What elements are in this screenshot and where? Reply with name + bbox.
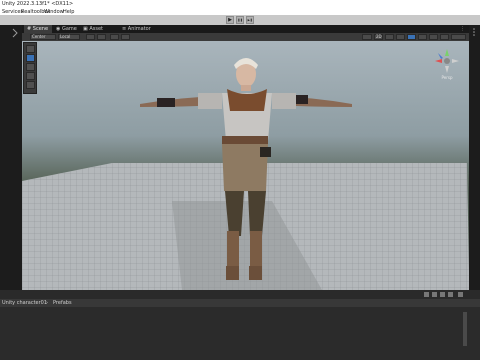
pivot-dropdown-label: Center (32, 34, 46, 39)
menu-bar: Services Realtoolbox Window Help (0, 8, 480, 15)
tab-animator[interactable]: ≡ Animator (119, 25, 155, 33)
pivot-dropdown[interactable]: Center (30, 34, 56, 40)
play-icon: ▶ (228, 17, 232, 23)
view-2d-toggle[interactable]: 2D (374, 34, 383, 40)
editor-tab-bar: # Scene ◉ Game ▣ Asset Store ≡ Animator … (22, 25, 469, 40)
gizmos-button[interactable] (440, 34, 449, 40)
snap-increment-button[interactable] (110, 34, 119, 40)
play-button[interactable]: ▶ (226, 16, 234, 24)
breadcrumb-mode[interactable]: Prefabs (53, 300, 72, 306)
step-icon: ▶❚ (247, 18, 253, 22)
scene-toolbar: Center Local 2D (22, 33, 469, 41)
view-2d-label: 2D (376, 34, 382, 39)
step-button[interactable]: ▶❚ (246, 16, 254, 24)
local-dropdown[interactable]: Local (58, 34, 80, 40)
hierarchy-panel-edge (0, 25, 22, 290)
gizmo-perspective-label[interactable]: Persp (442, 75, 453, 80)
bottom-panel-icons (424, 292, 463, 297)
orientation-gizmo-icon[interactable] (435, 49, 459, 73)
tab-animator-label: Animator (127, 26, 151, 32)
shading-mode-button[interactable] (362, 34, 372, 40)
scale-tool-icon[interactable] (26, 72, 35, 80)
tab-game[interactable]: ◉ Game (53, 25, 79, 33)
breadcrumb-object[interactable]: Unity character01 (2, 300, 47, 306)
hidden-objects-toggle[interactable] (418, 34, 427, 40)
bottom-panel-content (0, 307, 480, 360)
inspector-panel-edge (469, 25, 480, 290)
bottom-panel-scrollbar[interactable] (463, 312, 467, 346)
window-title: Unity 2022.3.13f1* <DX11> (2, 1, 74, 7)
grid-visibility-button[interactable] (97, 34, 106, 40)
lighting-toggle[interactable] (385, 34, 394, 40)
scene-viewport[interactable]: Persp (22, 41, 469, 290)
breadcrumb-separator: › (46, 300, 48, 306)
tab-bar-menu-icon[interactable]: ⋮ (460, 25, 465, 33)
move-tool-icon[interactable] (26, 54, 35, 62)
play-toolbar: ▶ ❚❚ ▶❚ (0, 15, 480, 25)
bottom-panel-tabs (0, 290, 480, 299)
pause-icon: ❚❚ (237, 18, 243, 22)
gizmos-dropdown[interactable] (451, 34, 466, 40)
local-dropdown-label: Local (60, 34, 71, 39)
transform-tool-panel (23, 42, 37, 94)
hierarchy-arrow-icon (12, 28, 18, 38)
breadcrumb: Unity character01 › Prefabs (0, 299, 480, 307)
pause-button[interactable]: ❚❚ (236, 16, 244, 24)
draw-mode-button[interactable] (121, 34, 130, 40)
tab-asset-store[interactable]: ▣ Asset Store (80, 25, 118, 40)
tab-scene[interactable]: # Scene (24, 25, 52, 33)
rect-tool-icon[interactable] (26, 81, 35, 89)
panel-options-icon[interactable] (473, 28, 475, 36)
grid-snap-button[interactable] (86, 34, 95, 40)
scene-camera-button[interactable] (429, 34, 438, 40)
hand-tool-icon[interactable] (26, 45, 35, 53)
effects-toggle[interactable] (407, 34, 416, 40)
title-bar: Unity 2022.3.13f1* <DX11> (0, 0, 480, 8)
tab-scene-label: Scene (32, 26, 49, 32)
tab-game-label: Game (61, 26, 77, 32)
rotate-tool-icon[interactable] (26, 63, 35, 71)
audio-toggle[interactable] (396, 34, 405, 40)
